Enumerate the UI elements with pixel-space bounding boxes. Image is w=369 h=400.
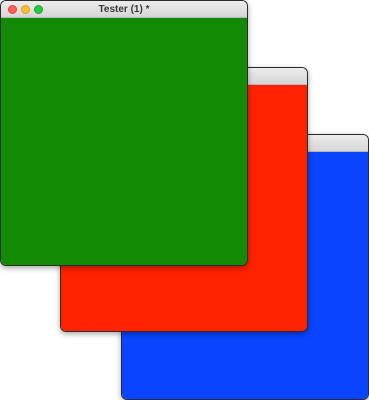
window-green[interactable]: Tester (1) *	[0, 0, 248, 266]
window-content[interactable]	[1, 18, 247, 265]
window-title: Tester (1) *	[98, 4, 150, 15]
desktop: Tester (1) *	[0, 0, 369, 400]
titlebar[interactable]: Tester (1) *	[1, 1, 247, 18]
